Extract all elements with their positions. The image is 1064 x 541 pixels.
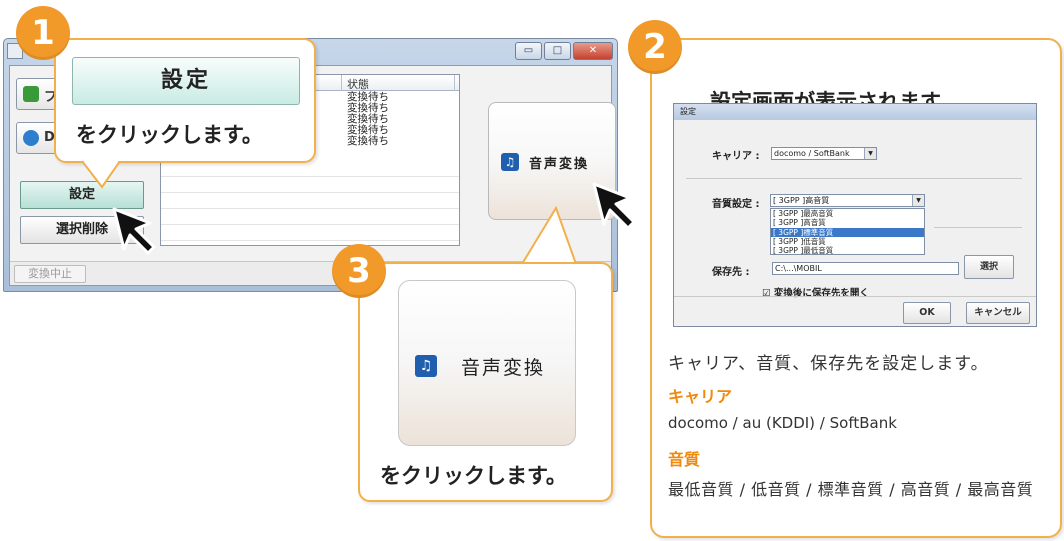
music-note-icon: ♫ (501, 153, 519, 171)
minimize-button[interactable]: ▭ (515, 42, 542, 60)
quality-options-text: 最低音質 / 低音質 / 標準音質 / 高音質 / 最高音質 (668, 480, 1034, 499)
callout-step-1: 設定 をクリックします。 (54, 38, 316, 163)
audio-convert-label: 音声変換 (461, 357, 546, 379)
file-icon (23, 86, 39, 102)
browse-button[interactable]: 選択 (964, 255, 1014, 279)
step-3-badge: 3 (332, 244, 386, 298)
status-column-header[interactable]: 状態 (347, 76, 369, 92)
step-1-badge: 1 (16, 6, 70, 60)
quality-select-value: [ 3GPP ]高音質 (773, 196, 830, 205)
carrier-label: キャリア : (712, 151, 760, 162)
maximize-button[interactable]: □ (544, 42, 571, 60)
callout-pointer (520, 206, 578, 265)
carrier-select-value: docomo / SoftBank (774, 149, 850, 158)
step-2-badge: 2 (628, 20, 682, 74)
quality-heading: 音質 (668, 450, 701, 469)
chevron-down-icon: ▼ (912, 195, 924, 206)
carrier-options-text: docomo / au (KDDI) / SoftBank (668, 414, 897, 432)
chevron-down-icon: ▼ (864, 148, 876, 159)
dropdown-option-highlighted[interactable]: [ 3GPP ]標準音質 (771, 227, 924, 237)
divider (686, 178, 1022, 179)
quality-select[interactable]: [ 3GPP ]高音質 ▼ (770, 194, 925, 207)
column-divider[interactable] (454, 75, 455, 91)
description-text: キャリア、音質、保存先を設定します。 (668, 354, 989, 374)
save-path-field[interactable]: C:\...\MOBIL (772, 262, 959, 275)
quality-dropdown[interactable]: [ 3GPP ]最高音質 [ 3GPP ]高音質 [ 3GPP ]標準音質 [ … (770, 208, 925, 255)
window-controls: ▭ □ ✕ (515, 42, 613, 60)
settings-button-enlarged: 設定 (72, 57, 300, 105)
dialog-title: 設定 (674, 104, 1036, 120)
save-location-label: 保存先 : (712, 267, 750, 278)
settings-explanation-panel: 設定画面が表示されます。 設定 キャリア : docomo / SoftBank… (650, 38, 1062, 538)
callout-step-3: ♫ 音声変換 をクリックします。 (358, 262, 613, 502)
callout-text: をクリックします。 (76, 123, 263, 147)
quality-label: 音質設定 : (712, 199, 760, 210)
dropdown-option[interactable]: [ 3GPP ]高音質 (771, 218, 924, 227)
audio-convert-button-enlarged: ♫ 音声変換 (398, 280, 576, 446)
status-values: 変換待ち 変換待ち 変換待ち 変換待ち 変換待ち (347, 92, 389, 147)
empty-rows (161, 161, 459, 245)
settings-dialog: 設定 キャリア : docomo / SoftBank ▼ 音質設定 : [ 3… (673, 103, 1037, 327)
dropdown-option[interactable]: [ 3GPP ]最高音質 (771, 209, 924, 218)
divider (674, 296, 1036, 297)
dropdown-option[interactable]: [ 3GPP ]最低音質 (771, 246, 924, 255)
list-item: 変換待ち (347, 135, 389, 147)
carrier-select[interactable]: docomo / SoftBank ▼ (771, 147, 877, 160)
disc-icon (23, 130, 39, 146)
stop-conversion-button[interactable]: 変換中止 (14, 265, 86, 283)
close-button[interactable]: ✕ (573, 42, 613, 60)
audio-convert-label: 音声変換 (529, 157, 590, 172)
dropdown-option[interactable]: [ 3GPP ]低音質 (771, 237, 924, 246)
cursor-arrow-icon (592, 182, 636, 230)
callout-text: をクリックします。 (380, 464, 567, 488)
ok-button[interactable]: OK (903, 302, 951, 324)
cancel-button[interactable]: キャンセル (966, 302, 1030, 324)
music-note-icon: ♫ (415, 355, 437, 377)
cursor-arrow-icon (112, 207, 156, 255)
carrier-heading: キャリア (668, 387, 733, 406)
divider (934, 227, 1022, 228)
column-divider[interactable] (341, 75, 342, 91)
callout-pointer (80, 161, 122, 189)
